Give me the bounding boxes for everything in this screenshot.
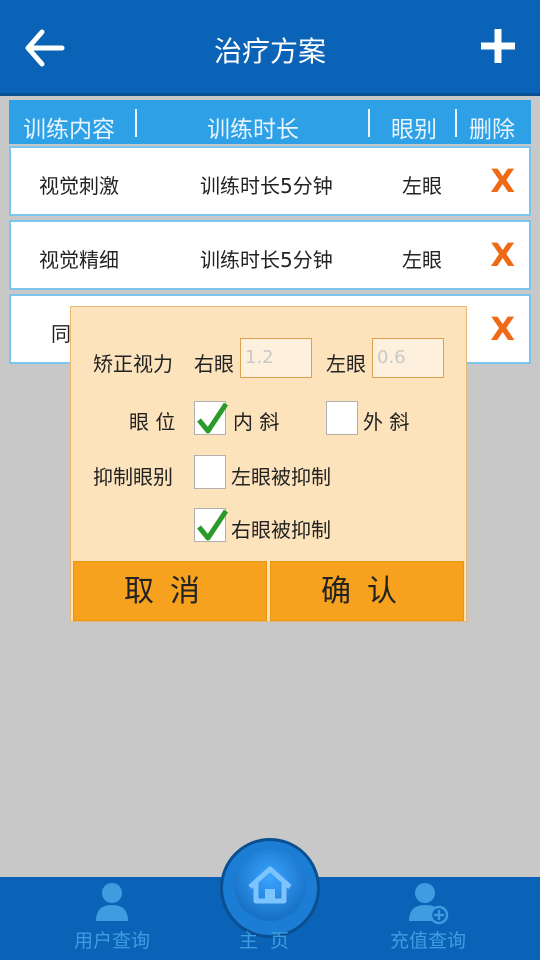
- user-add-icon: [409, 883, 449, 925]
- left-eye-suppressed-label: 左眼被抑制: [231, 465, 331, 489]
- right-eye-suppressed-checkbox[interactable]: [194, 508, 228, 542]
- left-eye-label: 左眼: [326, 352, 366, 376]
- home-button[interactable]: [220, 838, 320, 938]
- delete-button[interactable]: X: [490, 310, 515, 348]
- cancel-button[interactable]: 取消: [73, 561, 267, 621]
- row-duration: 训练时长5分钟: [200, 248, 333, 272]
- nav-recharge-query[interactable]: 充值查询: [368, 877, 488, 960]
- right-eye-vision-input[interactable]: 1.2: [240, 338, 312, 378]
- right-eye-label: 右眼: [194, 352, 234, 376]
- left-eye-suppressed-checkbox[interactable]: [194, 455, 226, 489]
- row-eye: 左眼: [402, 248, 442, 272]
- table-header: 训练内容 训练时长 眼别 删除: [9, 100, 531, 144]
- delete-button[interactable]: X: [490, 236, 515, 274]
- column-header-duration: 训练时长: [207, 117, 299, 143]
- top-bar: 治疗方案: [0, 0, 540, 96]
- exotropia-label: 外 斜: [363, 410, 410, 434]
- table-row[interactable]: 视觉刺激 训练时长5分钟 左眼 X: [9, 146, 531, 216]
- home-button-inner: [234, 849, 306, 921]
- checkmark-icon: [197, 402, 228, 434]
- exotropia-checkbox[interactable]: [326, 401, 358, 435]
- column-header-content: 训练内容: [23, 117, 115, 143]
- page-title: 治疗方案: [213, 35, 326, 68]
- column-header-delete: 删除: [469, 117, 515, 143]
- right-eye-suppressed-label: 右眼被抑制: [231, 518, 331, 542]
- row-content: 视觉刺激: [39, 174, 119, 198]
- esotropia-label: 内 斜: [233, 410, 280, 434]
- user-icon: [96, 883, 128, 921]
- delete-button[interactable]: X: [490, 162, 515, 200]
- esotropia-checkbox[interactable]: [194, 401, 228, 435]
- checkmark-icon: [197, 509, 228, 541]
- column-header-eye: 眼别: [391, 117, 437, 143]
- row-content: 同: [51, 322, 71, 346]
- confirm-button[interactable]: 确认: [270, 561, 464, 621]
- row-content: 视觉精细: [39, 248, 119, 272]
- nav-user-query[interactable]: 用户查询: [52, 877, 172, 960]
- column-divider: [455, 109, 457, 137]
- vision-settings-dialog: 矫正视力 右眼 1.2 左眼 0.6 眼 位 内 斜 外 斜 抑制眼别 左眼被抑…: [70, 306, 467, 622]
- row-duration: 训练时长5分钟: [200, 174, 333, 198]
- nav-recharge-query-label: 充值查询: [389, 930, 466, 952]
- table-row[interactable]: 视觉精细 训练时长5分钟 左眼 X: [9, 220, 531, 290]
- home-icon: [248, 866, 292, 904]
- nav-user-query-label: 用户查询: [73, 930, 150, 952]
- eye-position-label: 眼 位: [129, 410, 176, 434]
- left-eye-vision-input[interactable]: 0.6: [372, 338, 444, 378]
- nav-home-label: 主页: [238, 930, 301, 952]
- corrected-vision-label: 矫正视力: [93, 352, 173, 376]
- column-divider: [135, 109, 137, 137]
- column-divider: [368, 109, 370, 137]
- add-icon[interactable]: [478, 26, 518, 66]
- suppression-eye-label: 抑制眼别: [93, 465, 173, 489]
- row-eye: 左眼: [402, 174, 442, 198]
